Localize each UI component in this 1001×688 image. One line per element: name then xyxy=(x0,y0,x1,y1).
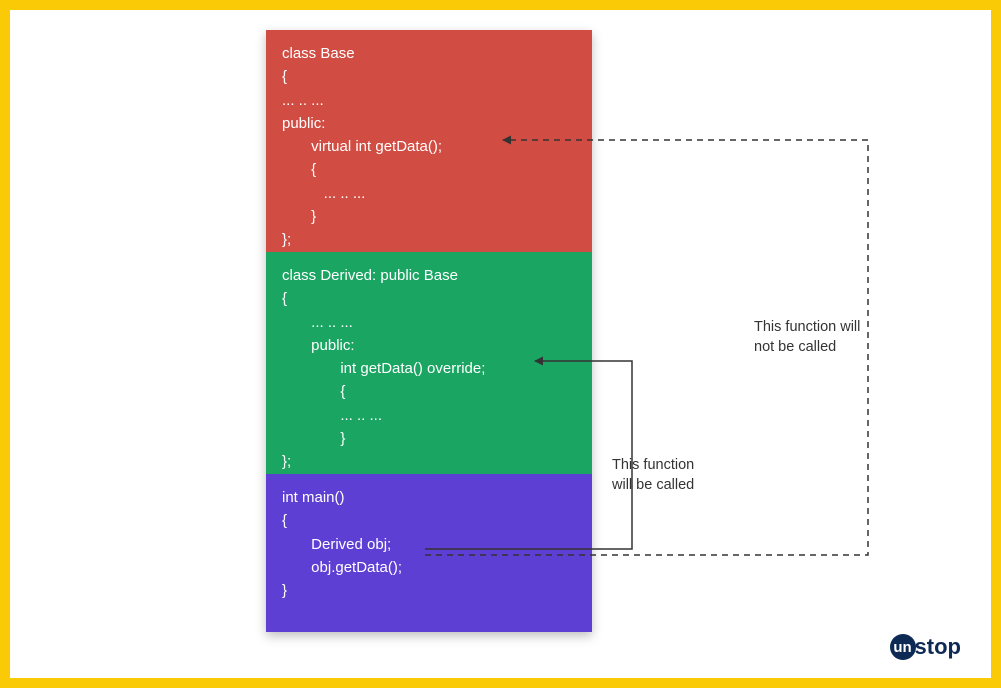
derived-class-block: class Derived: public Base { ... .. ... … xyxy=(266,252,592,474)
unstop-logo: un stop xyxy=(890,634,961,660)
logo-text: stop xyxy=(915,634,961,660)
annotation-not-called: This function will not be called xyxy=(754,318,924,357)
diagram-stage: class Base { ... .. ... public: virtual … xyxy=(10,10,991,678)
code-column: class Base { ... .. ... public: virtual … xyxy=(266,30,592,632)
annotation-called: This function will be called xyxy=(612,456,782,495)
main-block: int main() { Derived obj; obj.getData();… xyxy=(266,474,592,632)
logo-bubble: un xyxy=(890,634,916,660)
base-class-block: class Base { ... .. ... public: virtual … xyxy=(266,30,592,252)
bordered-frame: class Base { ... .. ... public: virtual … xyxy=(0,0,1001,688)
